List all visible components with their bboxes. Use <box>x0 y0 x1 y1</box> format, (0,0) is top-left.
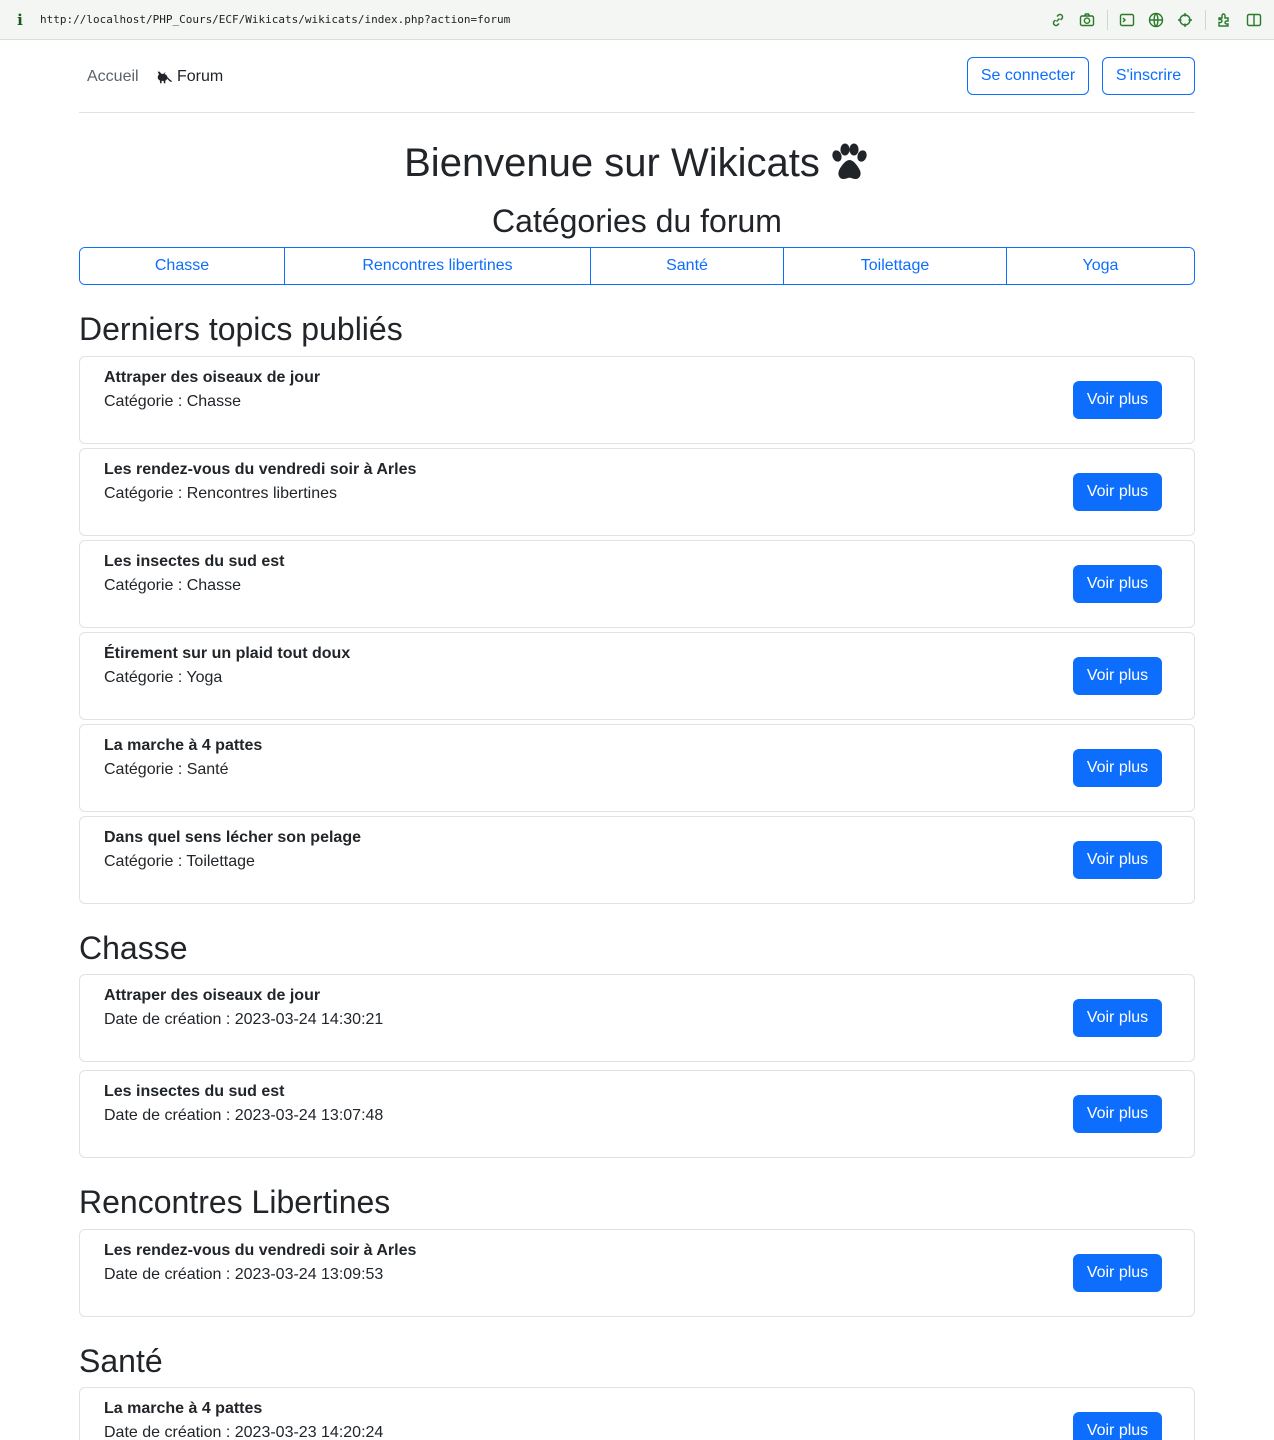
toolbar-divider <box>1205 10 1206 30</box>
topic-category: Catégorie : Toilettage <box>104 853 255 870</box>
latest-topics-heading: Derniers topics publiés <box>79 311 403 347</box>
topic-title: Attraper des oiseaux de jour <box>104 987 321 1004</box>
voir-plus-button[interactable]: Voir plus <box>1073 565 1162 603</box>
voir-plus-button[interactable]: Voir plus <box>1073 999 1162 1037</box>
topic-category: Catégorie : Rencontres libertines <box>104 485 338 502</box>
category-button-yoga[interactable]: Yoga <box>1007 248 1194 284</box>
sidebar-icon[interactable] <box>1244 10 1264 30</box>
browser-address-bar: i http://localhost/PHP_Cours/ECF/Wikicat… <box>0 0 1274 40</box>
topic-date: Date de création : 2023-03-24 13:07:48 <box>104 1107 384 1124</box>
topic-card: Attraper des oiseaux de jour Date de cré… <box>79 974 1195 1062</box>
crosshair-icon[interactable] <box>1175 10 1195 30</box>
categories-heading: Catégories du forum <box>492 203 782 239</box>
topic-card: Étirement sur un plaid tout doux Catégor… <box>79 632 1195 720</box>
voir-plus-button[interactable]: Voir plus <box>1073 657 1162 695</box>
topic-card: Attraper des oiseaux de jour Catégorie :… <box>79 356 1195 444</box>
voir-plus-button[interactable]: Voir plus <box>1073 381 1162 419</box>
terminal-icon[interactable] <box>1117 10 1137 30</box>
topic-card: Les insectes du sud est Catégorie : Chas… <box>79 540 1195 628</box>
topic-category: Catégorie : Chasse <box>104 577 241 594</box>
topic-title: Les insectes du sud est <box>104 553 285 570</box>
topic-category: Catégorie : Chasse <box>104 393 241 410</box>
topic-title: La marche à 4 pattes <box>104 737 263 754</box>
cat-icon <box>157 71 172 84</box>
nav-forum-label: Forum <box>177 68 224 85</box>
page-title-text: Bienvenue sur Wikicats <box>404 141 820 185</box>
camera-icon[interactable] <box>1077 10 1097 30</box>
topic-title: Étirement sur un plaid tout doux <box>104 645 351 662</box>
globe-icon[interactable] <box>1146 10 1166 30</box>
voir-plus-button[interactable]: Voir plus <box>1073 841 1162 879</box>
info-icon[interactable]: i <box>0 11 40 29</box>
extensions-icon[interactable] <box>1215 10 1235 30</box>
site-navbar: Accueil Forum Se connecter S'inscrire <box>79 57 1195 113</box>
category-button-toilettage[interactable]: Toilettage <box>784 248 1007 284</box>
browser-toolbar <box>1039 10 1264 30</box>
voir-plus-button[interactable]: Voir plus <box>1073 1412 1162 1440</box>
topic-title: Attraper des oiseaux de jour <box>104 369 321 386</box>
voir-plus-button[interactable]: Voir plus <box>1073 749 1162 787</box>
toolbar-divider <box>1107 10 1108 30</box>
url-text[interactable]: http://localhost/PHP_Cours/ECF/Wikicats/… <box>40 13 510 26</box>
category-button-rencontres[interactable]: Rencontres libertines <box>285 248 591 284</box>
nav-link-forum[interactable]: Forum <box>155 67 223 87</box>
topic-card: Les insectes du sud est Date de création… <box>79 1070 1195 1158</box>
nav-link-accueil[interactable]: Accueil <box>87 67 139 87</box>
topic-title: Les rendez-vous du vendredi soir à Arles <box>104 1242 417 1259</box>
topic-card: La marche à 4 pattes Date de création : … <box>79 1387 1195 1440</box>
topic-date: Date de création : 2023-03-24 14:30:21 <box>104 1011 384 1028</box>
page-title: Bienvenue sur Wikicats <box>0 140 1274 186</box>
topic-date: Date de création : 2023-03-24 13:09:53 <box>104 1266 384 1283</box>
topic-card: Les rendez-vous du vendredi soir à Arles… <box>79 1229 1195 1317</box>
topic-title: La marche à 4 pattes <box>104 1400 263 1417</box>
topic-card: La marche à 4 pattes Catégorie : Santé V… <box>79 724 1195 812</box>
topic-category: Catégorie : Santé <box>104 761 229 778</box>
topic-title: Dans quel sens lécher son pelage <box>104 829 361 846</box>
paw-icon <box>832 143 867 180</box>
link-icon[interactable] <box>1048 10 1068 30</box>
category-button-chasse[interactable]: Chasse <box>80 248 285 284</box>
section-heading-rencontres: Rencontres Libertines <box>79 1184 391 1220</box>
section-heading-sante: Santé <box>79 1343 163 1379</box>
category-button-sante[interactable]: Santé <box>591 248 784 284</box>
topic-card: Les rendez-vous du vendredi soir à Arles… <box>79 448 1195 536</box>
login-button[interactable]: Se connecter <box>967 57 1089 95</box>
topic-category: Catégorie : Yoga <box>104 669 223 686</box>
voir-plus-button[interactable]: Voir plus <box>1073 1254 1162 1292</box>
signup-button[interactable]: S'inscrire <box>1102 57 1195 95</box>
topic-date: Date de création : 2023-03-23 14:20:24 <box>104 1424 384 1440</box>
voir-plus-button[interactable]: Voir plus <box>1073 1095 1162 1133</box>
category-button-group: Chasse Rencontres libertines Santé Toile… <box>79 247 1195 285</box>
topic-title: Les insectes du sud est <box>104 1083 285 1100</box>
topic-card: Dans quel sens lécher son pelage Catégor… <box>79 816 1195 904</box>
voir-plus-button[interactable]: Voir plus <box>1073 473 1162 511</box>
section-heading-chasse: Chasse <box>79 930 188 966</box>
topic-title: Les rendez-vous du vendredi soir à Arles <box>104 461 417 478</box>
